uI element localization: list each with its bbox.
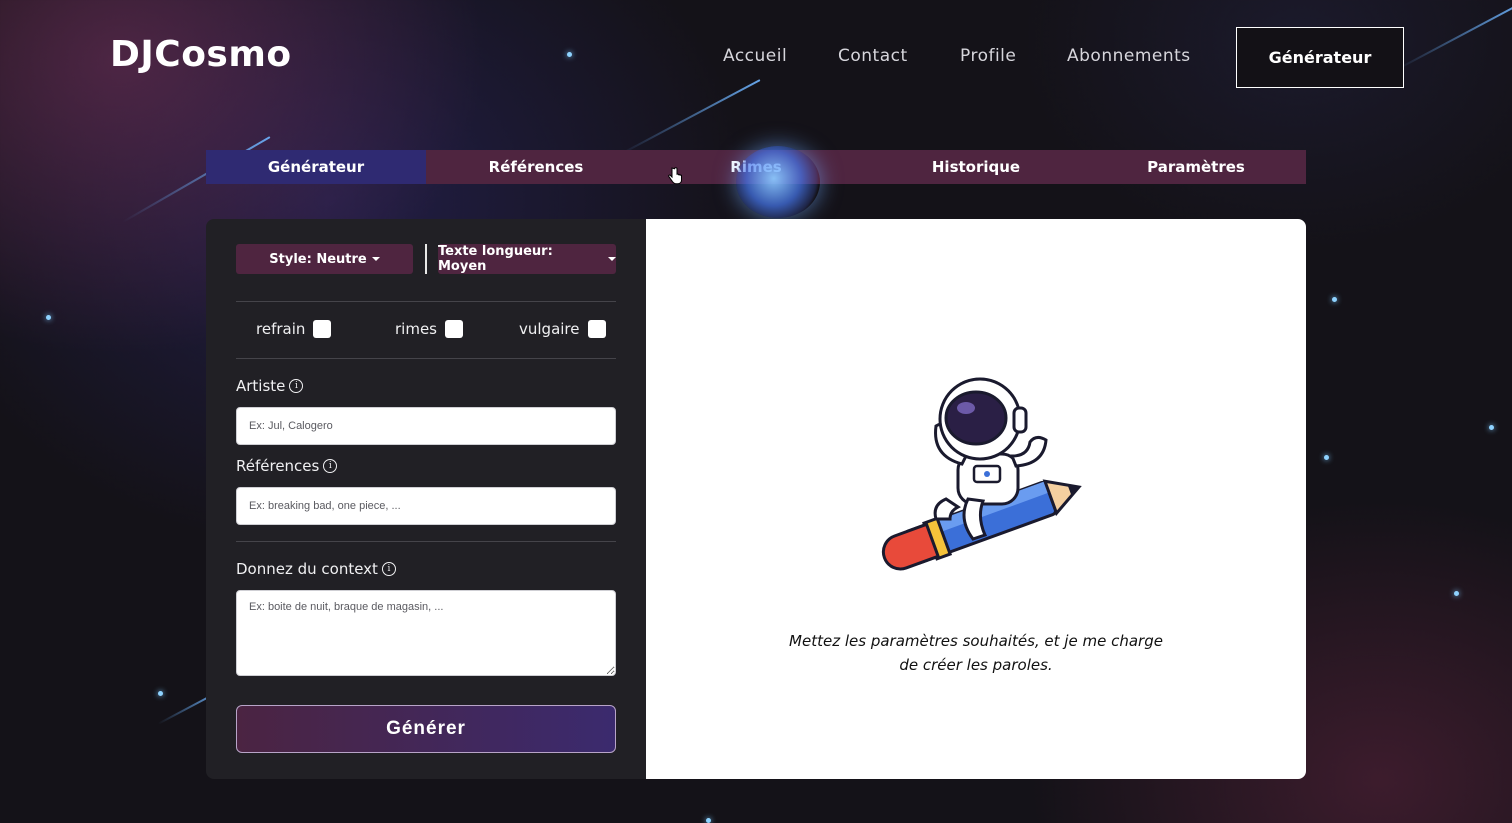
astronaut-on-pencil-illustration (881, 377, 1082, 571)
checkbox-box[interactable] (445, 320, 463, 338)
context-label-text: Donnez du context (236, 560, 378, 578)
artist-input[interactable] (236, 407, 616, 445)
tab-generateur[interactable]: Générateur (206, 150, 426, 184)
generator-nav-button[interactable]: Générateur (1236, 27, 1404, 88)
nav-abonnements[interactable]: Abonnements (1067, 46, 1191, 66)
star (158, 691, 163, 696)
nav-accueil[interactable]: Accueil (723, 46, 787, 66)
site-logo[interactable]: DJCosmo (110, 34, 292, 75)
info-icon[interactable]: i (381, 562, 396, 576)
context-textarea[interactable] (236, 590, 616, 676)
checkbox-rimes[interactable]: rimes (395, 320, 463, 338)
site-header: DJCosmo Accueil Contact Profile Abonneme… (0, 0, 1512, 110)
star (46, 315, 51, 320)
references-input[interactable] (236, 487, 616, 525)
nav-contact[interactable]: Contact (838, 46, 908, 66)
generate-button[interactable]: Générer (236, 705, 616, 753)
lyrics-output-panel: Mettez les paramètres souhaités, et je m… (646, 219, 1306, 779)
length-dropdown-label: Texte longueur: Moyen (438, 244, 553, 274)
artist-label: Artiste i (236, 377, 304, 395)
tab-historique[interactable]: Historique (866, 150, 1086, 184)
references-label-text: Références (236, 457, 320, 475)
checkbox-box[interactable] (587, 320, 606, 338)
star (1454, 591, 1459, 596)
length-dropdown[interactable]: Texte longueur: Moyen (438, 244, 616, 274)
caret-down-icon (371, 257, 380, 261)
tab-references[interactable]: Références (426, 150, 646, 184)
caption-line-2: de créer les paroles. (899, 656, 1053, 674)
nav-profile[interactable]: Profile (960, 46, 1016, 66)
checkbox-label: refrain (256, 320, 306, 338)
artist-label-text: Artiste (236, 377, 286, 395)
divider (236, 541, 616, 542)
caption-line-1: Mettez les paramètres souhaités, et je m… (789, 632, 1163, 650)
info-icon[interactable]: i (289, 379, 304, 393)
divider (236, 301, 616, 302)
checkbox-box[interactable] (313, 320, 332, 338)
hand-cursor-icon (668, 167, 682, 185)
star (706, 818, 711, 823)
checkbox-label: vulgaire (519, 320, 580, 338)
context-label: Donnez du context i (236, 560, 396, 578)
star (1324, 455, 1329, 460)
divider (236, 358, 616, 359)
tab-parametres[interactable]: Paramètres (1086, 150, 1306, 184)
tab-bar: Générateur Références Rimes Historique P… (206, 150, 1306, 184)
checkbox-label: rimes (395, 320, 437, 338)
generator-form-panel: Style: Neutre Texte longueur: Moyen refr… (206, 219, 646, 779)
checkbox-vulgaire[interactable]: vulgaire (519, 320, 606, 338)
caret-down-icon (608, 257, 616, 261)
star (1489, 425, 1494, 430)
info-icon[interactable]: i (323, 459, 338, 473)
style-dropdown-label: Style: Neutre (269, 251, 367, 267)
dropdown-divider (425, 244, 427, 274)
style-dropdown[interactable]: Style: Neutre (236, 244, 413, 274)
output-caption: Mettez les paramètres souhaités, et je m… (786, 629, 1166, 677)
star (1332, 297, 1337, 302)
references-label: Références i (236, 457, 338, 475)
checkbox-refrain[interactable]: refrain (256, 320, 332, 338)
